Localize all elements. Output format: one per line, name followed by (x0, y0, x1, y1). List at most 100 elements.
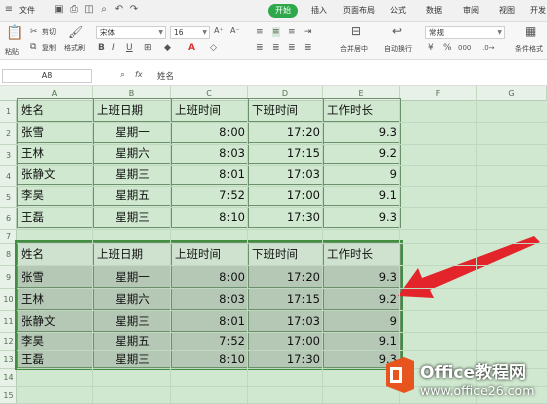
tab-review[interactable]: 审阅 (463, 5, 479, 16)
align-right-icon[interactable]: ≣ (288, 43, 296, 53)
decimal-increase-icon[interactable]: .0→ (482, 43, 495, 53)
table-cell[interactable]: 17:20 (248, 121, 324, 143)
table-cell[interactable]: 9 (323, 163, 401, 185)
formula-input[interactable]: 姓名 (157, 70, 174, 82)
row-header[interactable]: 4 (0, 166, 17, 187)
wrap-icon[interactable]: ↩ (392, 25, 402, 37)
italic-button[interactable]: I (112, 43, 115, 53)
table-cell[interactable]: 8:01 (171, 309, 249, 332)
table-cell[interactable]: 8:03 (171, 287, 249, 310)
row-header[interactable]: 10 (0, 289, 17, 311)
justify-icon[interactable]: ≣ (304, 43, 312, 53)
header-cell[interactable]: 姓名 (17, 98, 94, 122)
align-middle-icon[interactable]: ≡ (272, 27, 280, 37)
table-cell[interactable]: 张雪 (17, 265, 94, 288)
find-icon[interactable]: ⌕ (98, 4, 110, 16)
table-cell[interactable]: 李昊 (17, 184, 94, 206)
table-cell[interactable]: 星期三 (93, 205, 172, 228)
header-cell[interactable]: 工作时长 (323, 98, 401, 122)
table-cell[interactable]: 王磊 (17, 350, 94, 368)
table-cell[interactable]: 17:30 (248, 205, 324, 228)
thousands-button[interactable]: 000 (458, 43, 471, 53)
header-cell[interactable]: 姓名 (17, 242, 94, 266)
undo-icon[interactable]: ↶ (113, 4, 125, 16)
row-header[interactable]: 5 (0, 187, 17, 208)
tab-insert[interactable]: 插入 (311, 5, 327, 16)
font-color-icon[interactable]: A (188, 43, 195, 53)
copy-icon[interactable]: ⧉ (30, 42, 36, 52)
row-header[interactable]: 7 (0, 230, 17, 244)
table-cell[interactable]: 9.2 (323, 287, 401, 310)
table-cell[interactable]: 张静文 (17, 309, 94, 332)
table-cell[interactable]: 17:20 (248, 265, 324, 288)
file-menu[interactable]: 文件 (19, 5, 35, 16)
table-cell[interactable]: 王林 (17, 142, 94, 164)
conditional-format-button[interactable]: 条件格式 (515, 44, 543, 54)
table-cell[interactable]: 星期三 (93, 309, 172, 332)
row-header[interactable]: 11 (0, 311, 17, 333)
name-box[interactable]: A8 (2, 69, 92, 83)
tab-page-layout[interactable]: 页面布局 (343, 5, 375, 16)
row-header[interactable]: 15 (0, 387, 17, 404)
grow-font-icon[interactable]: A⁺ (214, 26, 224, 36)
format-painter-button[interactable]: 格式刷 (64, 43, 85, 53)
align-center-icon[interactable]: ≣ (272, 43, 280, 53)
table-cell[interactable]: 星期六 (93, 287, 172, 310)
table-cell[interactable]: 17:00 (248, 184, 324, 206)
row-header[interactable]: 14 (0, 369, 17, 387)
header-cell[interactable]: 下班时间 (248, 242, 324, 266)
cut-button[interactable]: 剪切 (42, 27, 56, 37)
tab-view[interactable]: 视图 (499, 5, 515, 16)
indent-icon[interactable]: ⇥ (304, 27, 312, 37)
paste-icon[interactable]: 📋 (6, 26, 23, 40)
table-cell[interactable]: 8:00 (171, 265, 249, 288)
column-header[interactable]: F (400, 86, 477, 101)
header-cell[interactable]: 工作时长 (323, 242, 401, 266)
table-cell[interactable]: 星期五 (93, 184, 172, 206)
table-cell[interactable]: 8:10 (171, 205, 249, 228)
copy-button[interactable]: 复制 (42, 43, 56, 53)
header-cell[interactable]: 上班时间 (171, 98, 249, 122)
table-cell[interactable]: 张雪 (17, 121, 94, 143)
row-header[interactable]: 13 (0, 351, 17, 369)
table-cell[interactable]: 8:03 (171, 142, 249, 164)
table-cell[interactable]: 星期三 (93, 163, 172, 185)
underline-button[interactable]: U (126, 43, 133, 53)
tab-data[interactable]: 数据 (426, 5, 442, 16)
zoom-icon[interactable]: ⌕ (120, 70, 125, 80)
currency-icon[interactable]: ¥ (428, 43, 434, 53)
row-header[interactable]: 9 (0, 266, 17, 289)
table-cell[interactable]: 9.3 (323, 265, 401, 288)
table-cell[interactable]: 张静文 (17, 163, 94, 185)
table-cell[interactable]: 星期六 (93, 142, 172, 164)
table-cell[interactable]: 8:01 (171, 163, 249, 185)
table-cell[interactable]: 17:30 (248, 350, 324, 368)
table-cell[interactable]: 王磊 (17, 205, 94, 228)
conditional-format-icon[interactable]: ▦ (525, 25, 536, 37)
table-cell[interactable]: 星期一 (93, 265, 172, 288)
fx-button[interactable]: fx (135, 70, 143, 80)
merge-icon[interactable]: ⊟ (351, 25, 361, 37)
wrap-text-button[interactable]: 自动换行 (384, 44, 412, 54)
table-cell[interactable]: 9.3 (323, 121, 401, 143)
cut-icon[interactable]: ✂ (30, 27, 38, 37)
fill-color-icon[interactable]: ◆ (164, 43, 171, 53)
align-bottom-icon[interactable]: ≡ (288, 27, 296, 37)
save-icon[interactable]: ▣ (53, 4, 65, 16)
tab-developer[interactable]: 开发 (530, 5, 546, 16)
table-cell[interactable]: 7:52 (171, 184, 249, 206)
row-header[interactable]: 3 (0, 145, 17, 166)
table-cell[interactable]: 9.1 (323, 184, 401, 206)
clear-format-icon[interactable]: ◇ (210, 43, 217, 53)
align-top-icon[interactable]: ≡ (256, 27, 264, 37)
preview-icon[interactable]: ◫ (83, 4, 95, 16)
header-cell[interactable]: 下班时间 (248, 98, 324, 122)
table-cell[interactable]: 8:10 (171, 350, 249, 368)
table-cell[interactable]: 李昊 (17, 331, 94, 351)
border-icon[interactable]: ⊞ (144, 43, 152, 53)
table-cell[interactable]: 17:03 (248, 309, 324, 332)
align-left-icon[interactable]: ≣ (256, 43, 264, 53)
table-cell[interactable]: 17:15 (248, 287, 324, 310)
paste-button[interactable]: 粘贴 (5, 47, 19, 57)
row-header[interactable]: 2 (0, 123, 17, 145)
